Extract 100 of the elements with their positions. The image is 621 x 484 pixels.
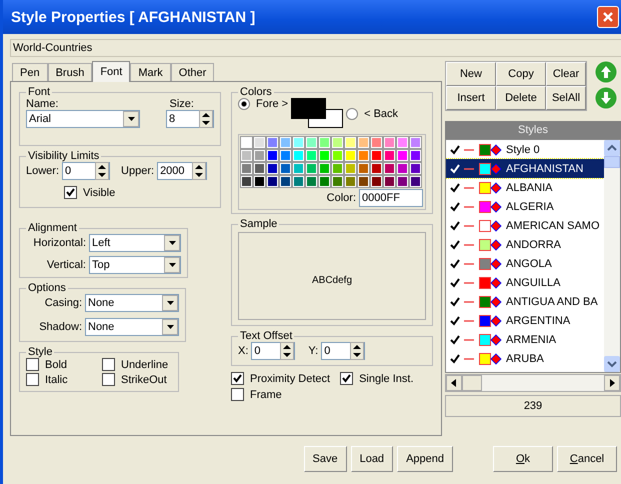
lower-limit-spinner[interactable]: 0 [62,162,110,180]
checkbox[interactable] [340,372,354,385]
tab[interactable]: Mark [130,63,171,81]
color-swatch[interactable] [410,163,421,174]
y-offset-spinner[interactable]: 0 [321,342,366,360]
style-list-item[interactable]: AMERICAN SAMO [446,216,604,235]
color-swatch[interactable] [345,163,356,174]
check-icon[interactable] [450,354,460,364]
style-list-item[interactable]: ANDORRA [446,235,604,254]
style-list-item[interactable]: ARUBA [446,349,604,368]
list-button[interactable]: New [446,62,496,86]
spinner-icon[interactable] [350,342,364,360]
color-swatch[interactable] [306,137,317,148]
color-swatch[interactable] [332,150,343,161]
spinner-icon[interactable] [95,162,110,180]
tab[interactable]: Pen [12,63,48,81]
style-list-item[interactable]: ARMENIA [446,330,604,349]
list-button[interactable]: Insert [446,86,496,110]
dialog-button[interactable]: Ok [493,446,553,472]
horizontal-alignment-dropdown[interactable]: Left [89,234,181,252]
color-swatch[interactable] [397,163,408,174]
casing-dropdown[interactable]: None [85,294,179,312]
check-icon[interactable] [450,334,460,344]
color-swatch[interactable] [254,176,265,187]
color-swatch[interactable] [254,137,265,148]
color-swatch[interactable] [267,163,278,174]
color-swatch[interactable] [371,176,382,187]
color-swatch[interactable] [267,137,278,148]
spinner-icon[interactable] [192,162,206,180]
check-icon[interactable] [450,202,460,212]
color-swatch[interactable] [332,137,343,148]
style-list-item[interactable]: ANGUILLA [446,273,604,292]
color-swatch[interactable] [410,137,421,148]
x-offset-spinner[interactable]: 0 [251,342,296,360]
shadow-dropdown[interactable]: None [85,318,179,336]
color-swatch[interactable] [267,150,278,161]
color-swatch[interactable] [293,176,304,187]
checkbox[interactable] [64,186,77,199]
color-swatch[interactable] [384,150,395,161]
color-swatch[interactable] [345,150,356,161]
style-list-item[interactable]: ANTIGUA AND BA [446,292,604,311]
style-list-item[interactable]: ARGENTINA [446,311,604,330]
color-swatch[interactable] [254,163,265,174]
check-icon[interactable] [450,296,460,306]
spinner-icon[interactable] [199,110,213,128]
check-icon[interactable] [450,144,460,154]
scroll-up-icon[interactable] [604,140,620,156]
tab[interactable]: Other [170,63,214,81]
color-swatch[interactable] [280,163,291,174]
upper-limit-spinner[interactable]: 2000 [157,162,208,180]
style-list-item[interactable]: ANGOLA [446,254,604,273]
color-swatch[interactable] [319,150,330,161]
list-button[interactable]: Clear [546,62,586,86]
list-button[interactable]: Delete [496,86,546,110]
color-swatch[interactable] [293,150,304,161]
checkbox[interactable] [231,372,244,385]
color-swatch[interactable] [280,176,291,187]
color-swatch[interactable] [319,137,330,148]
checkbox[interactable] [26,373,39,386]
color-swatch[interactable] [371,150,382,161]
radio-button[interactable] [238,98,250,110]
color-swatch[interactable] [397,150,408,161]
check-icon[interactable] [450,316,460,326]
color-swatch[interactable] [358,137,369,148]
radio-button[interactable] [346,108,358,120]
checkbox[interactable] [231,388,244,401]
scroll-left-icon[interactable] [446,375,462,391]
check-icon[interactable] [450,240,460,250]
checkbox[interactable] [102,358,115,371]
color-swatch[interactable] [293,137,304,148]
check-icon[interactable] [450,258,460,268]
color-swatch[interactable] [358,150,369,161]
tab[interactable]: Font [92,61,130,82]
list-button[interactable]: SelAll [546,86,586,110]
scroll-down-icon[interactable] [604,356,620,372]
color-swatch[interactable] [241,150,252,161]
close-button[interactable] [597,6,619,28]
scrollbar-thumb[interactable] [604,156,620,168]
style-list-item[interactable]: Style 0 [446,140,604,159]
color-swatch[interactable] [384,176,395,187]
list-button[interactable]: Copy [496,62,546,86]
check-icon[interactable] [450,182,460,192]
color-swatch[interactable] [345,176,356,187]
color-swatch[interactable] [241,176,252,187]
color-swatch[interactable] [371,137,382,148]
color-swatch[interactable] [410,176,421,187]
color-value-field[interactable]: 0000FF [359,189,423,207]
dialog-button[interactable]: Cancel [557,446,617,472]
color-swatch[interactable] [280,150,291,161]
file-button[interactable]: Load [350,446,394,472]
vertical-alignment-dropdown[interactable]: Top [89,256,181,274]
color-swatch[interactable] [332,176,343,187]
font-name-dropdown[interactable]: Arial [26,110,140,128]
font-size-spinner[interactable]: 8 [166,110,214,128]
style-list-item[interactable]: ALBANIA [446,178,604,197]
color-swatch[interactable] [267,176,278,187]
color-swatch[interactable] [254,150,265,161]
file-button[interactable]: Save [304,446,347,472]
color-swatch[interactable] [371,163,382,174]
color-swatch[interactable] [397,137,408,148]
